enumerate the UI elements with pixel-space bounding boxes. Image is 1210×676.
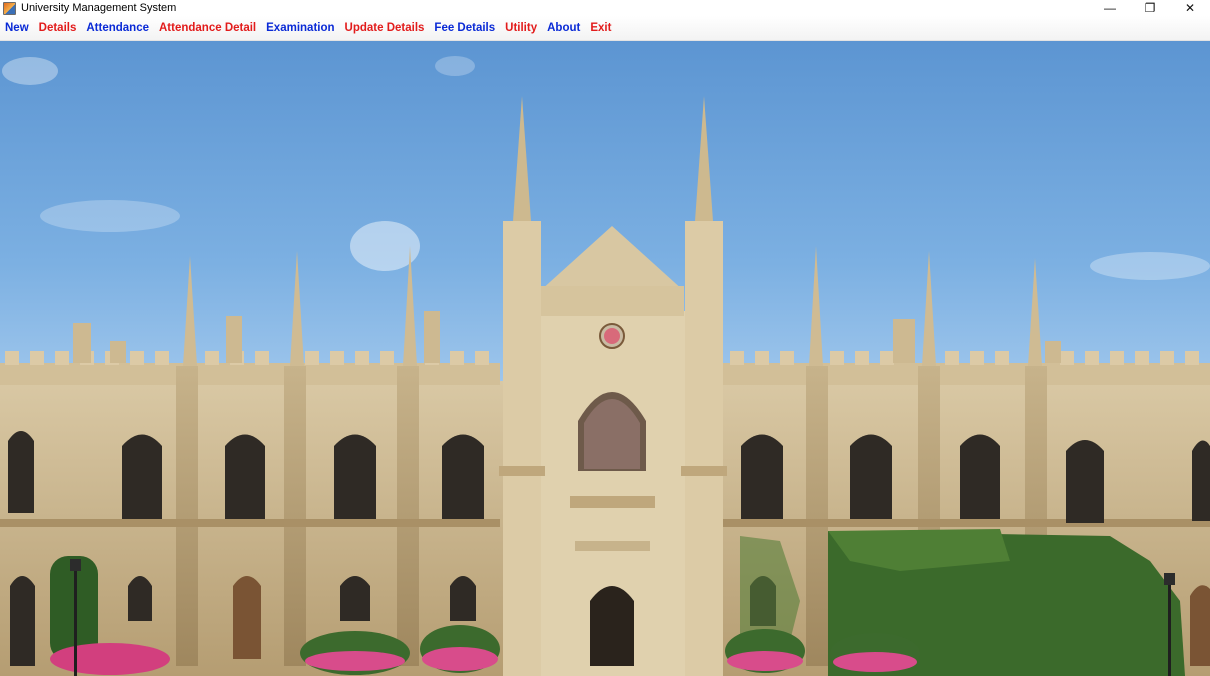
window-controls: — ❐ ✕ (1090, 0, 1210, 16)
menu-exit[interactable]: Exit (585, 22, 616, 34)
menu-attendance[interactable]: Attendance (81, 22, 154, 34)
menu-examination[interactable]: Examination (261, 22, 339, 34)
university-building-illustration (0, 56, 1210, 676)
minimize-button[interactable]: — (1090, 0, 1130, 16)
menu-bar: New Details Attendance Attendance Detail… (0, 16, 1210, 41)
java-app-icon (3, 1, 16, 15)
background-image (0, 41, 1210, 676)
menu-about[interactable]: About (542, 22, 585, 34)
app-window: University Management System — ❐ ✕ New D… (0, 0, 1210, 676)
menu-utility[interactable]: Utility (500, 22, 542, 34)
close-icon: ✕ (1184, 1, 1196, 15)
restore-icon: ❐ (1144, 1, 1156, 15)
window-title: University Management System (21, 2, 177, 14)
close-button[interactable]: ✕ (1170, 0, 1210, 16)
menu-update-details[interactable]: Update Details (340, 22, 430, 34)
menu-fee-details[interactable]: Fee Details (429, 22, 500, 34)
menu-new[interactable]: New (0, 22, 34, 34)
minimize-icon: — (1104, 1, 1116, 15)
menu-details[interactable]: Details (34, 22, 82, 34)
menu-attendance-detail[interactable]: Attendance Detail (154, 22, 261, 34)
restore-button[interactable]: ❐ (1130, 0, 1170, 16)
title-bar[interactable]: University Management System — ❐ ✕ (0, 0, 1210, 16)
